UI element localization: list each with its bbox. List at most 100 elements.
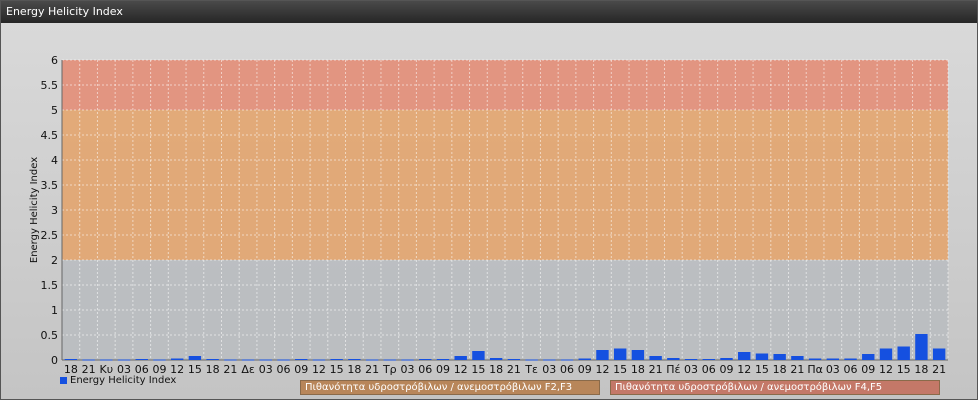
y-tick-label: 1 [51,304,58,317]
x-tick-label: 09 [294,363,308,376]
y-tick-label: 4.5 [41,129,59,142]
y-tick-label: 5 [51,104,58,117]
x-tick-label: 06 [418,363,432,376]
bar [560,359,574,361]
x-tick-label: 18 [347,363,361,376]
bar [932,348,946,360]
bar [135,359,148,360]
x-tick-label: 15 [897,363,911,376]
bar [507,359,521,360]
bar [206,359,219,360]
x-tick-label: Δε [241,363,255,376]
bar [348,359,361,360]
y-tick-label: 3.5 [41,179,59,192]
bar [543,359,556,361]
zone-label-f2f3: Πιθανότητα υδροστρόβιλων / ανεμοστρόβιλω… [300,380,600,395]
bar [64,359,78,360]
x-tick-label: 21 [790,363,804,376]
y-tick-label: 3 [51,204,58,217]
x-tick-label: 03 [684,363,698,376]
bar [383,359,397,361]
bar [454,356,467,360]
x-tick-label: 12 [454,363,468,376]
bar [862,354,875,360]
bar [419,359,432,360]
bar [738,352,751,360]
bar [224,359,237,361]
bar [525,359,538,361]
bar [684,359,698,360]
bar [844,358,857,360]
x-tick-label: 12 [312,363,326,376]
x-tick-label: 03 [401,363,415,376]
y-tick-label: 0 [51,354,58,367]
x-tick-label: 15 [755,363,769,376]
bar [826,358,840,360]
bar [472,351,485,360]
y-axis-label: Energy Helicity Index [29,157,40,263]
x-tick-label: 12 [737,363,751,376]
legend-swatch [60,376,67,384]
bar [330,359,343,360]
x-tick-label: Πέ [666,363,680,376]
y-tick-label: 1.5 [41,279,59,292]
x-tick-label: 03 [259,363,273,376]
bar [613,348,627,360]
y-tick-label: 4 [51,154,58,167]
x-tick-label: 06 [560,363,574,376]
chart-svg: 00.511.522.533.544.555.5618 21 Κυ 03 06 09 12 1… [29,54,949,376]
bar [153,359,166,361]
y-tick-label: 2 [51,254,58,267]
x-tick-label: 15 [613,363,627,376]
bar [312,359,326,361]
x-tick-label: 15 [330,363,344,376]
legend-label: Energy Helicity Index [70,375,177,386]
zone-label-f4f5: Πιθανότητα υδροστρόβιλων / ανεμοστρόβιλω… [610,380,940,395]
x-tick-label: 06 [844,363,858,376]
bar [791,356,804,360]
x-tick-label: 15 [471,363,485,376]
x-tick-label: 15 [188,363,202,376]
bar [241,359,255,361]
x-tick-label: 18 [206,363,220,376]
x-tick-label: Τε [524,363,538,376]
y-tick-label: 6 [51,54,58,67]
bar [808,358,822,360]
x-tick-label: 06 [702,363,716,376]
bar [596,350,609,360]
x-tick-label: 09 [720,363,734,376]
bar [489,358,503,360]
x-tick-label: 18 [773,363,787,376]
bar [915,334,928,360]
x-tick-label: Πα [807,363,823,376]
x-tick-label: 18 [914,363,928,376]
x-tick-label: 18 [631,363,645,376]
bar [365,359,379,361]
bar [170,358,184,360]
bar [117,359,131,361]
x-tick-label: 21 [365,363,379,376]
bar [773,354,786,360]
bar [720,358,733,360]
bar [100,359,113,361]
x-tick-label: 12 [595,363,609,376]
x-tick-label: 18 [489,363,503,376]
bar [702,359,715,360]
bar [436,359,450,360]
y-tick-label: 5.5 [41,79,59,92]
bar [649,356,662,360]
x-tick-label: 09 [436,363,450,376]
bar [897,346,910,360]
bar [578,358,591,360]
legend[interactable]: Energy Helicity Index [60,375,176,386]
x-tick-label: 21 [649,363,663,376]
x-tick-label: Τρ [382,363,397,376]
bar [667,358,680,360]
x-tick-label: 12 [879,363,893,376]
x-tick-label: 03 [826,363,840,376]
bar [631,350,645,360]
bar [259,359,272,361]
bar [295,359,308,360]
y-tick-label: 0.5 [41,329,59,342]
bar [755,353,769,360]
